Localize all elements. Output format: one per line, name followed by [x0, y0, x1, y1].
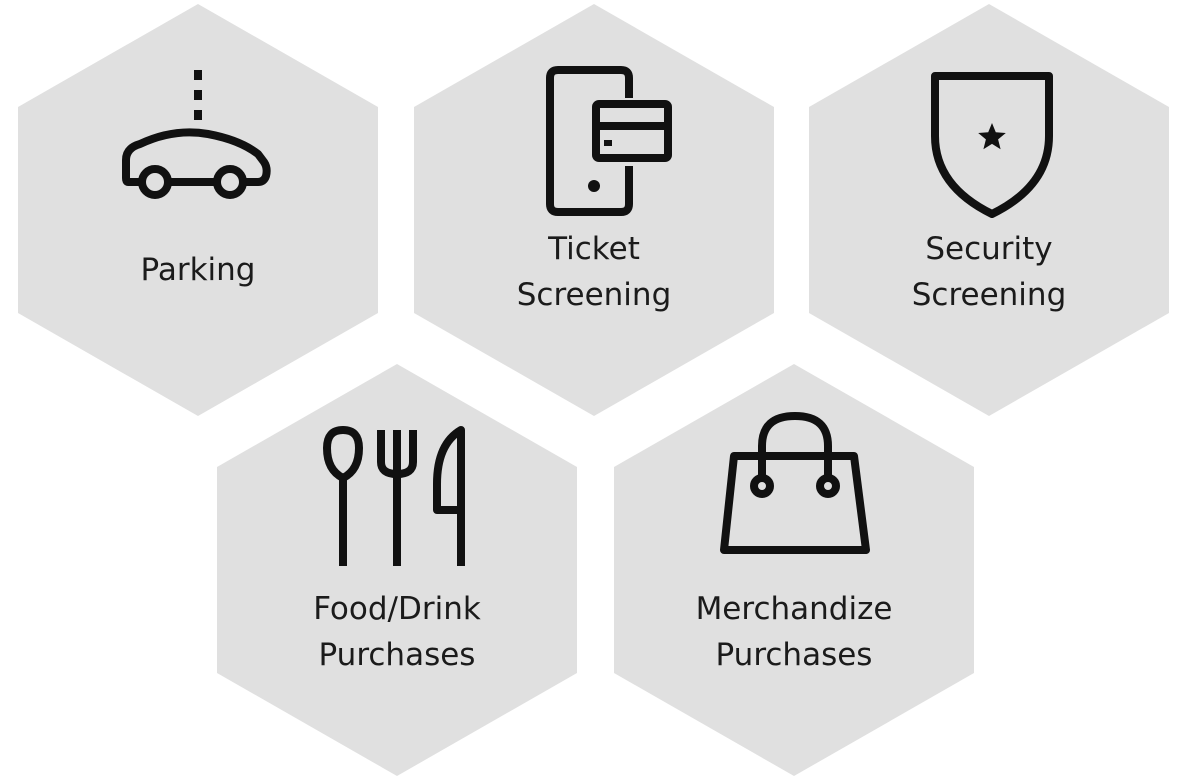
tile-label-food-drink-purchases: Food/Drink Purchases — [313, 591, 481, 673]
tile-label-ticket-screening: Ticket Screening — [516, 231, 672, 313]
hexagon-background — [18, 4, 378, 416]
tile-label-security-screening: Security Screening — [911, 231, 1067, 313]
food-drink-utensils-icon — [323, 426, 465, 566]
tile-label-parking: Parking — [140, 252, 256, 288]
tile-ticket-screening: Ticket Screening — [414, 4, 774, 416]
tile-parking: Parking — [18, 4, 378, 416]
mobile-ticket-icon — [546, 66, 672, 216]
security-shield-icon — [931, 72, 1053, 218]
shopping-bag-icon — [720, 412, 870, 554]
tile-food-drink-purchases: Food/Drink Purchases — [217, 364, 577, 776]
parking-car-icon — [122, 70, 271, 199]
tile-security-screening: Security Screening — [809, 4, 1169, 416]
tile-label-merchandize-purchases: Merchandize Purchases — [695, 591, 893, 673]
tile-merchandize-purchases: Merchandize Purchases — [614, 364, 974, 776]
